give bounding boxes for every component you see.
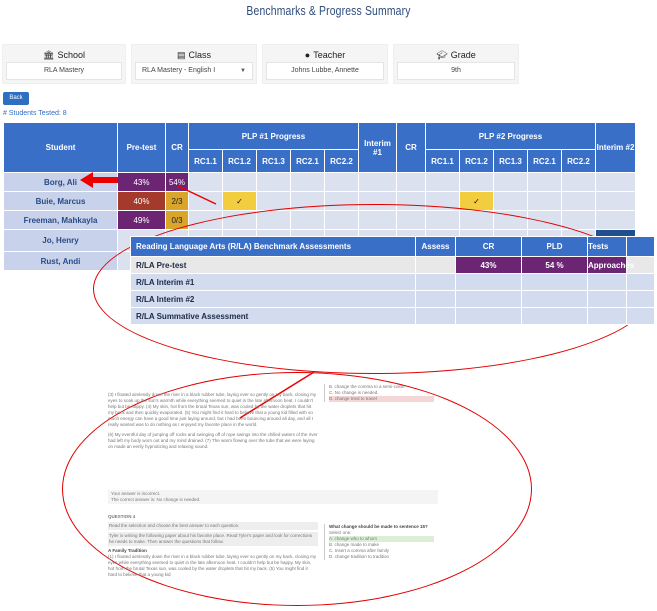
school-icon: 🏛︎	[43, 50, 55, 60]
user-icon: ●	[304, 50, 311, 60]
answer-option[interactable]: D. change tradition to tradition	[329, 554, 434, 560]
passage-paragraph: (6) My eventful day of jumping off rocks…	[108, 432, 318, 449]
grade-value[interactable]: 9th	[397, 62, 515, 80]
page-title: Benchmarks & Progress Summary	[246, 3, 411, 18]
plp1-col-rc22: RC2.2	[324, 149, 359, 173]
benchmark-row: R/LA Summative Assessment	[130, 307, 655, 325]
interim2-column-header[interactable]: Interim #2	[595, 122, 636, 173]
cr-column-header: CR	[165, 122, 189, 173]
popup-cr-header: CR	[455, 236, 522, 257]
question-block: QUESTION 4 Read the selection and choose…	[108, 514, 318, 578]
back-button[interactable]: Back	[3, 92, 29, 105]
class-label: Class	[188, 50, 212, 60]
teacher-label: Teacher	[313, 50, 346, 60]
cr2-column-header: CR	[396, 122, 426, 173]
benchmark-row: R/LA Interim #1	[130, 273, 655, 291]
class-label-row: ▤ Class	[132, 50, 256, 61]
pretest-score[interactable]: 40%	[117, 191, 166, 211]
graduation-cap-icon: 🎓︎	[436, 50, 448, 60]
plp2-progress-header: PLP #2 Progress	[425, 122, 596, 150]
answer-option[interactable]: D. change tried to travel	[329, 396, 434, 402]
pld-column-header: PLD	[521, 236, 588, 257]
feedback-box: Your answer is incorrect. The correct an…	[108, 490, 438, 504]
answer-options: B. change the comma to a semi-colon C. N…	[324, 384, 434, 402]
benchmark-row: R/LA Pre-test 43% 54 % Approaches	[130, 256, 655, 274]
students-tested-count: # Students Tested: 8	[3, 110, 67, 117]
class-select[interactable]: RLA Mastery - English I ▼	[135, 62, 253, 80]
assess-column-header: Assess	[415, 236, 456, 257]
benchmark-table: Reading Language Arts (R/LA) Benchmark A…	[130, 236, 655, 325]
plp2-col-rc13: RC1.3	[493, 149, 528, 173]
pretest-pld: Approaches	[587, 256, 634, 274]
tests-column-header: Tests	[587, 236, 627, 257]
pretest-score[interactable]: 43%	[117, 172, 166, 192]
grade-label-row: 🎓︎ Grade	[394, 50, 518, 61]
class-select-value: RLA Mastery - English I	[142, 67, 216, 74]
table-row: Borg, Ali 43% 54%	[3, 172, 636, 192]
plp2-col-rc21: RC2.1	[527, 149, 562, 173]
pretest-column-header[interactable]: Pre-test	[117, 122, 166, 173]
student-name-link[interactable]: Borg, Ali	[3, 172, 118, 192]
plp1-col-rc21: RC2.1	[290, 149, 325, 173]
school-filter: 🏛︎ School RLA Mastery	[2, 44, 126, 84]
benchmark-label: R/LA Interim #2	[130, 290, 416, 308]
passage-text: (3) I floated aimlessly down the river i…	[108, 392, 318, 450]
interim1-column-header[interactable]: Interim #1	[358, 122, 397, 173]
question-intro: Tyler is writing the following paper abo…	[108, 532, 318, 546]
pretest-score[interactable]: 49%	[117, 210, 166, 230]
pretest-assess-score[interactable]: 43%	[455, 256, 522, 274]
grade-label: Grade	[450, 50, 476, 60]
student-name-link[interactable]: Buie, Marcus	[3, 191, 118, 211]
benchmark-row: R/LA Interim #2	[130, 290, 655, 308]
school-label-row: 🏛︎ School	[3, 50, 125, 61]
student-column-header[interactable]: Student	[3, 122, 118, 173]
correct-answer-text: The correct answer is: No change is need…	[111, 497, 201, 502]
grade-filter: 🎓︎ Grade 9th	[393, 44, 519, 84]
plp1-progress-header: PLP #1 Progress	[188, 122, 359, 150]
answer-options-2: What change should be made to sentence 1…	[324, 524, 434, 560]
chevron-down-icon: ▼	[240, 68, 246, 74]
school-label: School	[57, 50, 85, 60]
pretest-cr-score: 54 %	[521, 256, 588, 274]
teacher-value[interactable]: Johns Lubbe, Annette	[266, 62, 384, 80]
plp2-col-rc11: RC1.1	[425, 149, 460, 173]
plp1-col-rc13: RC1.3	[256, 149, 291, 173]
school-value[interactable]: RLA Mastery	[6, 62, 122, 80]
plp2-col-rc22: RC2.2	[561, 149, 596, 173]
plp1-col-rc12: RC1.2	[222, 149, 257, 173]
passage-paragraph: (3) I floated aimlessly down the river i…	[108, 392, 317, 427]
plp1-col-rc11: RC1.1	[188, 149, 223, 173]
cr-score: 54%	[165, 172, 189, 192]
question-screenshot: (3) I floated aimlessly down the river i…	[108, 384, 438, 602]
class-filter: ▤ Class RLA Mastery - English I ▼	[131, 44, 257, 84]
plp2-col-rc12: RC1.2	[459, 149, 494, 173]
benchmark-label: R/LA Pre-test	[130, 256, 416, 274]
checkmark-icon: ✓	[222, 191, 257, 211]
passage-paragraph: (1) I floated aimlessly down the river i…	[108, 554, 317, 577]
id-card-icon: ▤	[176, 50, 186, 60]
benchmark-label: R/LA Summative Assessment	[130, 307, 416, 325]
student-name-link[interactable]: Jo, Henry	[3, 229, 118, 252]
question-instruction: Read the selection and choose the best a…	[108, 522, 318, 530]
teacher-label-row: ● Teacher	[263, 50, 387, 60]
benchmark-popup: Reading Language Arts (R/LA) Benchmark A…	[130, 236, 655, 325]
teacher-filter: ● Teacher Johns Lubbe, Annette	[262, 44, 388, 84]
question-label: QUESTION 4	[108, 514, 136, 519]
student-name-link[interactable]: Freeman, Mahkayla	[3, 210, 118, 230]
benchmark-label: R/LA Interim #1	[130, 273, 416, 291]
benchmark-header: Reading Language Arts (R/LA) Benchmark A…	[130, 236, 416, 257]
filter-bar: 🏛︎ School RLA Mastery ▤ Class RLA Mastery …	[2, 44, 657, 84]
cr-score: 2/3	[165, 191, 189, 211]
